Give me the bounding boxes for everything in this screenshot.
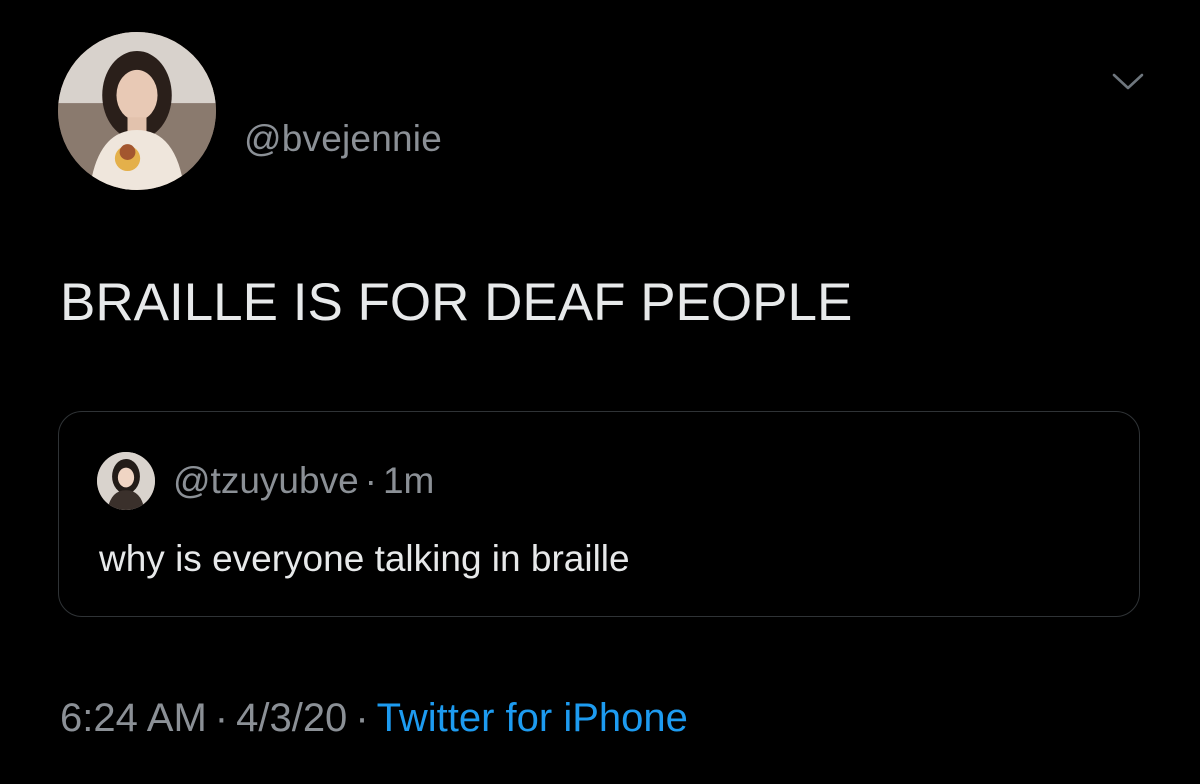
tweet-meta: 6:24 AM · 4/3/20 · Twitter for iPhone [60,696,688,741]
meta-separator-2: · [355,696,369,740]
tweet-time[interactable]: 6:24 AM [60,696,207,740]
tweet: @bvejennie BRAILLE IS FOR DEAF PEOPLE @t… [0,0,1200,784]
quoted-header-separator: · [364,460,377,501]
author-avatar[interactable] [58,32,216,190]
quoted-author-handle[interactable]: @tzuyubve [173,460,359,501]
quoted-author-avatar-image [97,452,155,510]
tweet-source-link[interactable]: Twitter for iPhone [377,696,688,740]
author-avatar-image [58,32,216,190]
quoted-tweet-card[interactable]: @tzuyubve · 1m why is everyone talking in … [58,411,1140,617]
author-handle[interactable]: @bvejennie [244,118,442,160]
quoted-tweet-text: why is everyone talking in braille [99,538,630,579]
tweet-text: BRAILLE IS FOR DEAF PEOPLE [60,273,853,332]
quoted-author-avatar[interactable] [97,452,155,510]
quoted-tweet-header: @tzuyubve · 1m [173,460,434,502]
chevron-down-icon[interactable] [1108,66,1148,96]
tweet-date[interactable]: 4/3/20 [236,696,347,740]
meta-separator-1: · [214,696,229,740]
quoted-tweet-age[interactable]: 1m [383,460,434,501]
